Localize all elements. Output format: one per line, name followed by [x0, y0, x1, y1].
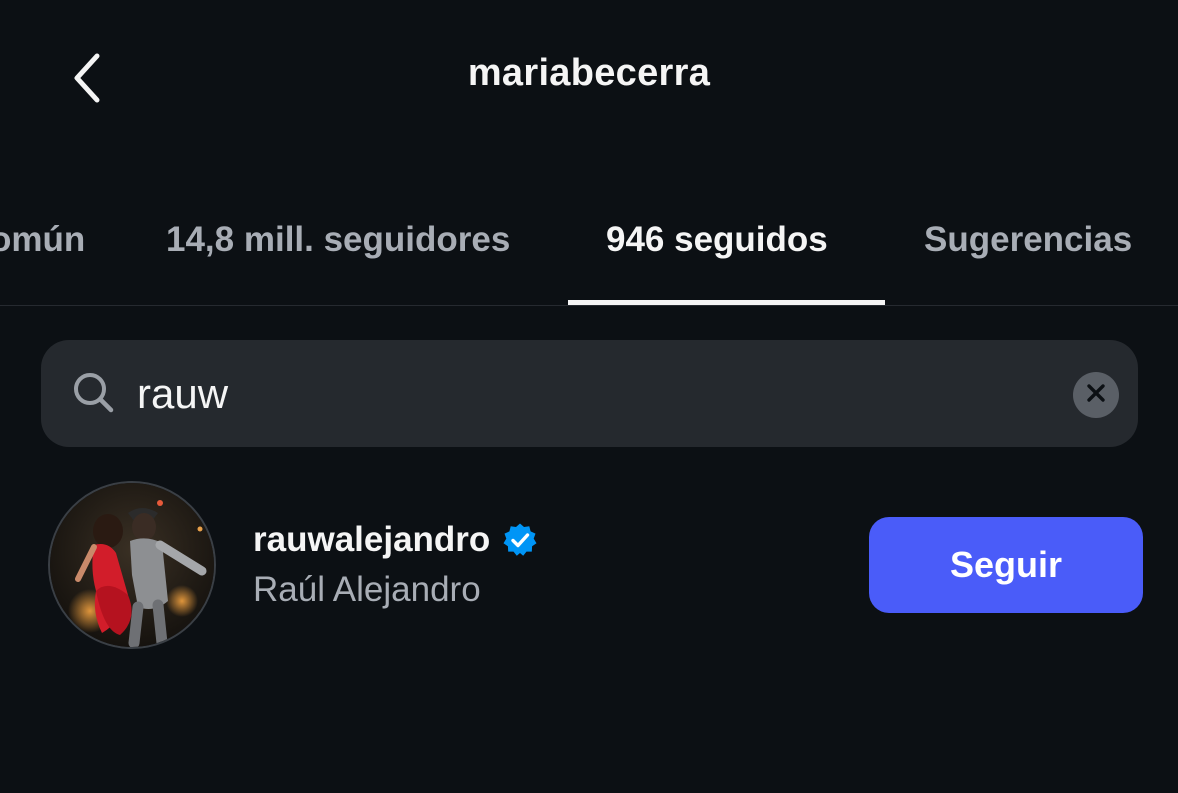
search-icon: [71, 370, 117, 416]
user-list-item[interactable]: rauwalejandro Raúl Alejandro Seguir: [0, 478, 1178, 653]
follow-button[interactable]: Seguir: [869, 517, 1143, 613]
avatar[interactable]: [48, 481, 216, 649]
username-line: rauwalejandro: [253, 520, 538, 560]
verified-badge-icon: [502, 522, 538, 558]
username[interactable]: rauwalejandro: [253, 520, 490, 560]
tab-suggestions[interactable]: Sugerencias: [924, 220, 1132, 260]
page-title: mariabecerra: [467, 52, 711, 94]
following-list-screen: mariabecerra omún 14,8 mill. seguidores …: [0, 0, 1178, 793]
clear-search-button[interactable]: [1073, 372, 1119, 418]
full-name: Raúl Alejandro: [253, 570, 481, 609]
tab-in-common[interactable]: omún: [0, 220, 85, 260]
tab-following[interactable]: 946 seguidos: [606, 220, 828, 260]
search-bar: [41, 340, 1138, 447]
search-input[interactable]: [137, 364, 1037, 424]
tab-bar: omún 14,8 mill. seguidores 946 seguidos …: [0, 206, 1178, 306]
active-tab-indicator: [568, 300, 885, 305]
tab-followers[interactable]: 14,8 mill. seguidores: [166, 220, 510, 260]
close-icon: [1086, 383, 1106, 408]
